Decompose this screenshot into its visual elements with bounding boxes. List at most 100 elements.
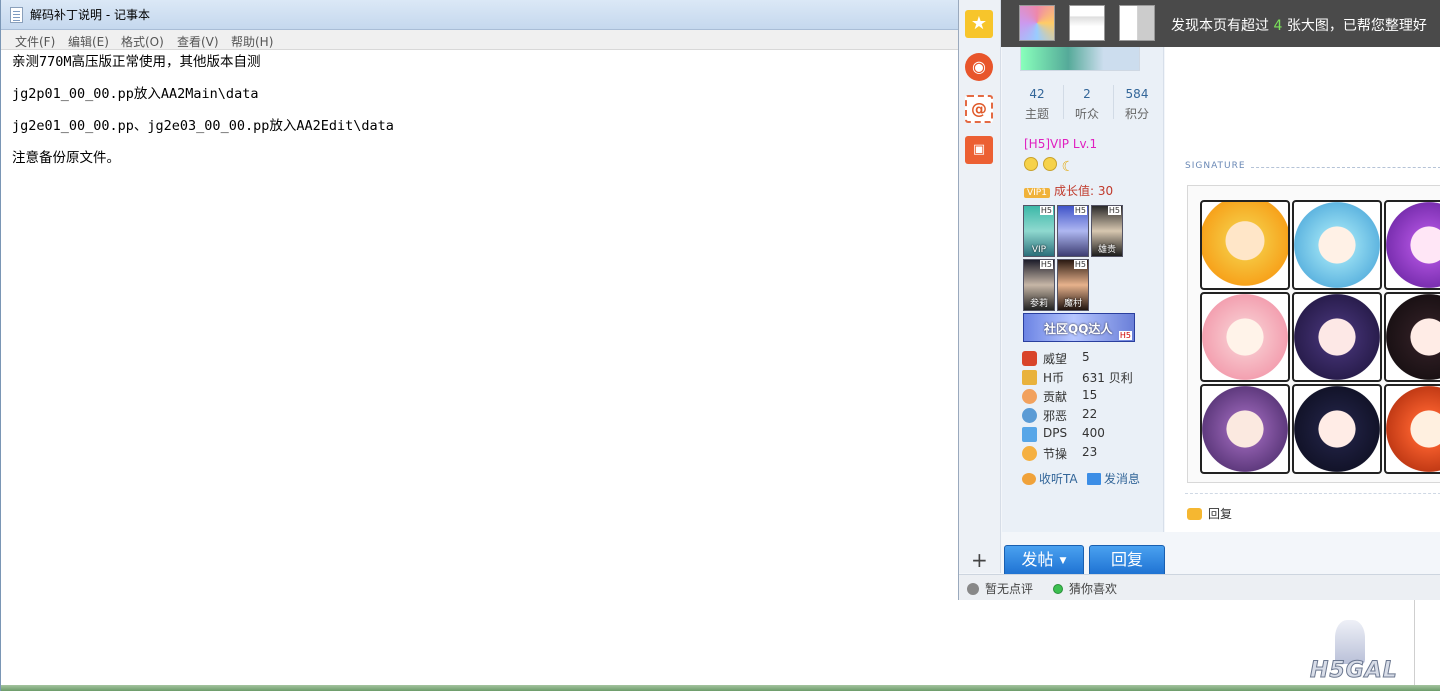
menu-view[interactable]: 查看(V) — [177, 33, 219, 50]
avatar[interactable] — [1020, 47, 1140, 71]
text-line: 注意备份原文件。 — [12, 150, 120, 166]
banner-prefix: 发现本页有超过 — [1171, 18, 1274, 34]
follow-button[interactable]: 收听TA — [1022, 470, 1078, 487]
vip-badge: VIP1 — [1024, 188, 1050, 198]
credit-value: 5 — [1082, 350, 1090, 364]
smiley-icon — [1024, 157, 1038, 171]
anime-avatar-tile — [1292, 200, 1382, 290]
image-gallery-banner[interactable]: 发现本页有超过 4 张大图，已帮您整理好 — [1001, 0, 1440, 47]
credit-value: 631 贝利 — [1082, 371, 1133, 385]
medal-tag: H5 — [1039, 206, 1053, 215]
add-plus-icon[interactable]: + — [971, 548, 988, 572]
lightbulb-icon — [1022, 446, 1037, 461]
site-watermark: H5GAL — [1310, 620, 1440, 688]
anime-avatar-tile — [1384, 292, 1440, 382]
stat-value: 584 — [1125, 87, 1149, 101]
star-outline-icon — [1022, 427, 1037, 442]
menu-file[interactable]: 文件(F) — [15, 33, 55, 50]
vip-level[interactable]: [H5]VIP Lv.1 — [1024, 137, 1097, 151]
you-may-like-item[interactable]: 猜你喜欢 — [1053, 580, 1117, 597]
at-mail-icon[interactable]: @ — [965, 95, 993, 123]
qq-badge-text: 社区QQ达人 — [1044, 322, 1113, 336]
message-label: 发消息 — [1104, 472, 1141, 486]
stat-label: 听众 — [1074, 107, 1099, 121]
credit-value: 23 — [1082, 445, 1098, 459]
banner-suffix: 张大图，已帮您整理好 — [1282, 18, 1427, 34]
watermark-text: H5GAL — [1310, 658, 1398, 684]
user-profile-panel: 42 主题 2 听众 584 积分 [H5]VIP Lv.1 ☾ VIP1 成长值… — [1002, 47, 1164, 532]
credit-name: DPS — [1043, 426, 1068, 440]
comment-icon — [967, 583, 979, 595]
reply-link[interactable]: 回复 — [1187, 505, 1232, 522]
credit-name: 节操 — [1043, 447, 1068, 461]
qq-badge-tag: H5 — [1118, 331, 1132, 340]
medal[interactable]: H5 — [1057, 205, 1089, 257]
post-content: SIGNATURE 回复 — [1165, 47, 1440, 532]
stat-label: 主题 — [1024, 107, 1049, 121]
anime-avatar-tile — [1200, 384, 1290, 474]
gallery-thumbnail[interactable] — [1019, 5, 1055, 41]
menu-edit[interactable]: 编辑(E) — [68, 33, 109, 50]
send-message-button[interactable]: 发消息 — [1087, 470, 1140, 487]
anime-avatar-tile — [1292, 292, 1382, 382]
anime-avatar-tile — [1384, 200, 1440, 290]
browser-window: ★ ◉ @ ▣ + 发现本页有超过 4 张大图，已帮您整理好 42 主题 2 听… — [958, 0, 1440, 600]
stat-points[interactable]: 584 积分 — [1114, 87, 1160, 122]
growth-value: VIP1 成长值: 30 — [1024, 182, 1113, 199]
stat-value: 42 — [1029, 87, 1045, 101]
medal-caption: 雄贵 — [1097, 245, 1116, 255]
text-line: jg2e01_00_00.pp、jg2e03_00_00.pp放入AA2Edit… — [12, 118, 394, 134]
credit-name: H币 — [1043, 371, 1065, 385]
medal[interactable]: H5 参莉 — [1023, 259, 1055, 311]
browser-status-bar: 暂无点评 猜你喜欢 — [959, 574, 1440, 600]
shopping-bag-icon[interactable]: ▣ — [965, 136, 993, 164]
gallery-banner-text: 发现本页有超过 4 张大图，已帮您整理好 — [1171, 15, 1427, 35]
follow-label: 收听TA — [1039, 472, 1078, 486]
post-button-label: 发帖 — [1021, 550, 1054, 569]
chevron-down-icon: ▼ — [1059, 556, 1067, 566]
favorite-star-icon[interactable]: ★ — [965, 10, 993, 38]
menu-format[interactable]: 格式(O) — [121, 33, 164, 50]
no-comments-item[interactable]: 暂无点评 — [967, 580, 1033, 597]
signature-image[interactable] — [1187, 185, 1440, 483]
anime-avatar-tile — [1292, 384, 1382, 474]
text-line: jg2p01_00_00.pp放入AA2Main\data — [12, 86, 259, 102]
stat-topics[interactable]: 42 主题 — [1014, 87, 1060, 122]
menu-help[interactable]: 帮助(H) — [231, 33, 273, 50]
crown-icon — [1022, 351, 1037, 366]
credit-name: 威望 — [1043, 352, 1068, 366]
heart-icon — [1022, 389, 1037, 404]
medal-tag: H5 — [1039, 260, 1053, 269]
anime-avatar-tile — [1200, 292, 1290, 382]
puzzle-icon — [1022, 408, 1037, 423]
gallery-thumbnail[interactable] — [1119, 5, 1155, 41]
new-post-button[interactable]: 发帖 ▼ — [1004, 545, 1084, 575]
reply-button[interactable]: 回复 — [1089, 545, 1165, 575]
medal[interactable]: H5 魔村 — [1057, 259, 1089, 311]
qq-talent-badge[interactable]: 社区QQ达人 H5 — [1023, 313, 1135, 342]
smiley-icon — [1042, 157, 1057, 171]
medal[interactable]: H5 VIP — [1023, 205, 1055, 257]
moon-icon: ☾ — [1061, 159, 1075, 175]
anime-avatar-tile — [1384, 384, 1440, 474]
text-line: 亲测770M高压版正常使用，其他版本自测 — [12, 54, 261, 70]
notepad-doc-icon — [10, 7, 23, 23]
stat-listeners[interactable]: 2 听众 — [1064, 87, 1110, 122]
medal[interactable]: H5 雄贵 — [1091, 205, 1123, 257]
signature-label: SIGNATURE — [1185, 161, 1246, 171]
text-editor-area[interactable]: 亲测770M高压版正常使用，其他版本自测 jg2p01_00_00.pp放入AA… — [12, 52, 394, 180]
credit-value: 22 — [1082, 407, 1098, 421]
reply-link-label: 回复 — [1208, 507, 1233, 521]
stat-label: 积分 — [1124, 107, 1149, 121]
follow-user-icon — [1022, 473, 1036, 485]
weibo-icon[interactable]: ◉ — [965, 53, 993, 81]
medal-tag: H5 — [1073, 206, 1087, 215]
side-toolbar: ★ ◉ @ ▣ + — [959, 0, 1001, 573]
medal-caption: 魔村 — [1063, 299, 1082, 309]
gallery-thumbnail[interactable] — [1069, 5, 1105, 41]
post-divider — [1185, 493, 1440, 494]
you-may-like-label: 猜你喜欢 — [1069, 582, 1118, 596]
window-title: 解码补丁说明 - 记事本 — [30, 8, 150, 22]
medal-caption: 参莉 — [1029, 299, 1048, 309]
medal-tag: H5 — [1107, 206, 1121, 215]
